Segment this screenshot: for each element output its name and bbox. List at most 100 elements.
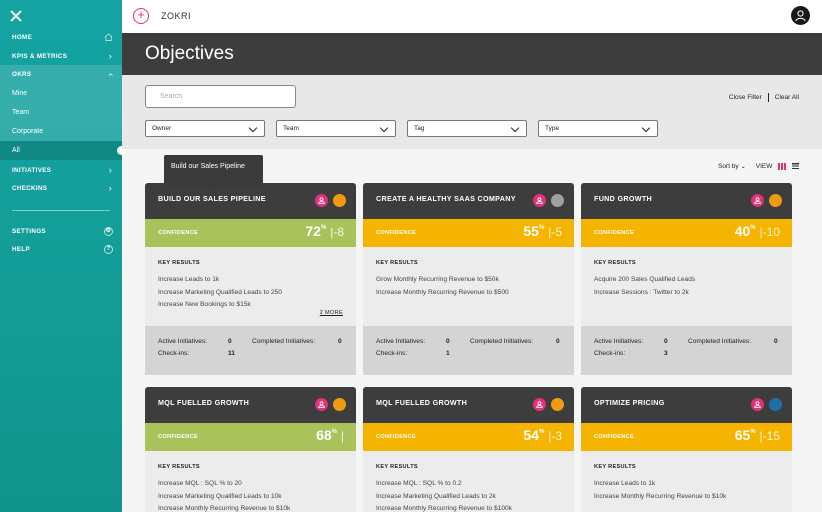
confidence-score: 55% |-5	[523, 223, 562, 239]
list-view-icon[interactable]	[792, 163, 799, 170]
card-title[interactable]: OPTIMIZE PRICING	[594, 398, 665, 407]
card-body: KEY RESULTS Increase MQL : SQL % to 20 In…	[145, 451, 356, 512]
active-initiatives-value: 0	[664, 338, 668, 345]
user-icon	[754, 197, 761, 204]
key-result-item[interactable]: Increase Monthly Recurring Revenue to $1…	[158, 505, 290, 512]
key-result-item[interactable]: Increase Monthly Recurring Revenue to $1…	[376, 505, 512, 512]
grid-view-icon[interactable]	[778, 162, 787, 170]
card-header: CREATE A HEALTHY SAAS COMPANY	[363, 183, 574, 219]
key-result-item[interactable]: Increase Marketing Qualified Leads to 25…	[158, 289, 282, 296]
confidence-bar: CONFIDENCE 54% |-3	[363, 423, 574, 451]
sidebar-item-kpis[interactable]: KPIs & METRICS ›	[0, 47, 122, 66]
sidebar-item-help[interactable]: HELP ?	[0, 240, 122, 259]
owner-dropdown[interactable]: Owner	[145, 120, 265, 137]
sidebar-item-label: Mine	[12, 90, 28, 97]
card-body: KEY RESULTS Grow Monthly Recurring Reven…	[363, 247, 574, 326]
owner-badge[interactable]	[315, 398, 328, 411]
gear-icon: ⚙	[104, 227, 113, 236]
card-title[interactable]: BUILD OUR SALES PIPELINE	[158, 194, 266, 203]
close-filter-link[interactable]: Close Filter	[729, 94, 762, 101]
key-result-item[interactable]: Increase Sessions : Twitter to 2k	[594, 289, 689, 296]
owner-badge[interactable]	[751, 194, 764, 207]
checkins-value: 3	[664, 350, 668, 357]
confidence-label: CONFIDENCE	[376, 434, 416, 440]
sidebar-item-corporate[interactable]: Corporate	[0, 122, 122, 141]
sidebar-item-checkins[interactable]: CHECKINS ›	[0, 179, 122, 198]
checkins-label: Check-ins:	[158, 350, 190, 357]
key-result-item[interactable]: Increase MQL : SQL % to 0.2	[376, 480, 462, 487]
more-link[interactable]: 2 MORE	[320, 310, 343, 316]
confidence-score: 65% |-15	[735, 427, 780, 443]
user-icon	[318, 197, 325, 204]
objective-card[interactable]: BUILD OUR SALES PIPELINE CONFIDENCE 72% …	[145, 183, 356, 375]
score-delta: |-3	[548, 429, 562, 443]
team-dropdown[interactable]: Team	[276, 120, 396, 137]
owner-badge[interactable]	[533, 194, 546, 207]
active-initiatives-label: Active Initiatives:	[594, 338, 644, 345]
confidence-score: 40% |-10	[735, 223, 780, 239]
tag-dropdown[interactable]: Tag	[407, 120, 527, 137]
owner-badge[interactable]	[751, 398, 764, 411]
confidence-label: CONFIDENCE	[594, 230, 634, 236]
objective-card[interactable]: OPTIMIZE PRICING CONFIDENCE 65% |-15 KEY…	[581, 387, 792, 512]
objective-card[interactable]: MQL FUELLED GROWTH CONFIDENCE 54% |-3 KE…	[363, 387, 574, 512]
key-results-heading: KEY RESULTS	[594, 464, 636, 470]
active-initiatives-value: 0	[228, 338, 232, 345]
sidebar-item-label: HOME	[12, 34, 33, 41]
checkins-value: 11	[228, 350, 235, 357]
completed-initiatives-value: 0	[556, 338, 560, 345]
key-results-heading: KEY RESULTS	[376, 464, 418, 470]
status-dot	[769, 398, 782, 411]
close-icon[interactable]	[10, 10, 22, 22]
sidebar-item-okrs[interactable]: OKRs ›	[0, 65, 122, 84]
type-dropdown[interactable]: Type	[538, 120, 658, 137]
sidebar-item-all[interactable]: All	[0, 141, 126, 160]
key-result-item[interactable]: Acquire 200 Sales Qualified Leads	[594, 276, 695, 283]
key-result-item[interactable]: Increase Leads to 1k	[594, 480, 655, 487]
percent-sign: %	[750, 429, 756, 435]
card-title[interactable]: CREATE A HEALTHY SAAS COMPANY	[376, 194, 516, 203]
sort-by-dropdown[interactable]: Sort by ⌄	[718, 163, 746, 170]
owner-badge[interactable]	[533, 398, 546, 411]
sidebar-item-settings[interactable]: SETTINGS ⚙	[0, 222, 122, 241]
card-title[interactable]: FUND GROWTH	[594, 194, 652, 203]
sidebar-item-team[interactable]: Team	[0, 103, 122, 122]
score-value: 54	[523, 427, 539, 443]
objective-card[interactable]: CREATE A HEALTHY SAAS COMPANY CONFIDENCE…	[363, 183, 574, 375]
objective-card[interactable]: MQL FUELLED GROWTH CONFIDENCE 68% | KEY …	[145, 387, 356, 512]
objective-card[interactable]: FUND GROWTH CONFIDENCE 40% |-10 KEY RESU…	[581, 183, 792, 375]
sidebar-item-label: Team	[12, 109, 30, 116]
card-title[interactable]: MQL FUELLED GROWTH	[158, 398, 249, 407]
key-result-item[interactable]: Increase Marketing Qualified Leads to 10…	[158, 493, 282, 500]
sidebar-item-label: OKRs	[12, 71, 32, 78]
key-result-item[interactable]: Increase Leads to 1k	[158, 276, 219, 283]
view-label: VIEW	[755, 163, 773, 170]
completed-initiatives-label: Completed Initiatives:	[252, 338, 316, 345]
key-result-item[interactable]: Increase Monthly Recurring Revenue to $1…	[594, 493, 726, 500]
score-value: 72	[305, 223, 321, 239]
page-title: Objectives	[145, 43, 234, 64]
card-body: KEY RESULTS Increase Leads to 1k Increase…	[581, 451, 792, 512]
sidebar-item-initiatives[interactable]: INITIATIVES ›	[0, 161, 122, 180]
sort-view-bar: Sort by ⌄ VIEW	[718, 162, 799, 170]
sidebar: HOME KPIs & METRICS › OKRs › Mine Team C…	[0, 0, 126, 512]
key-result-item[interactable]: Increase Marketing Qualified Leads to 2k	[376, 493, 496, 500]
key-result-item[interactable]: Increase MQL : SQL % to 20	[158, 480, 242, 487]
divider	[767, 93, 769, 102]
card-title[interactable]: MQL FUELLED GROWTH	[376, 398, 467, 407]
sidebar-item-home[interactable]: HOME	[0, 28, 122, 47]
clear-all-link[interactable]: Clear All	[775, 94, 799, 101]
confidence-label: CONFIDENCE	[158, 230, 198, 236]
confidence-label: CONFIDENCE	[594, 434, 634, 440]
add-button[interactable]: +	[133, 8, 149, 24]
owner-badge[interactable]	[315, 194, 328, 207]
search-input[interactable]	[145, 85, 296, 108]
key-result-item[interactable]: Increase New Bookings to $15k	[158, 301, 251, 308]
sidebar-item-mine[interactable]: Mine	[0, 84, 122, 103]
checkins-label: Check-ins:	[376, 350, 408, 357]
avatar[interactable]	[791, 6, 810, 25]
dropdown-label: Owner	[152, 125, 172, 132]
key-result-item[interactable]: Increase Monthly Recurring Revenue to $5…	[376, 289, 509, 296]
key-result-item[interactable]: Grow Monthly Recurring Revenue to $50k	[376, 276, 499, 283]
confidence-score: 68% |	[316, 427, 344, 443]
